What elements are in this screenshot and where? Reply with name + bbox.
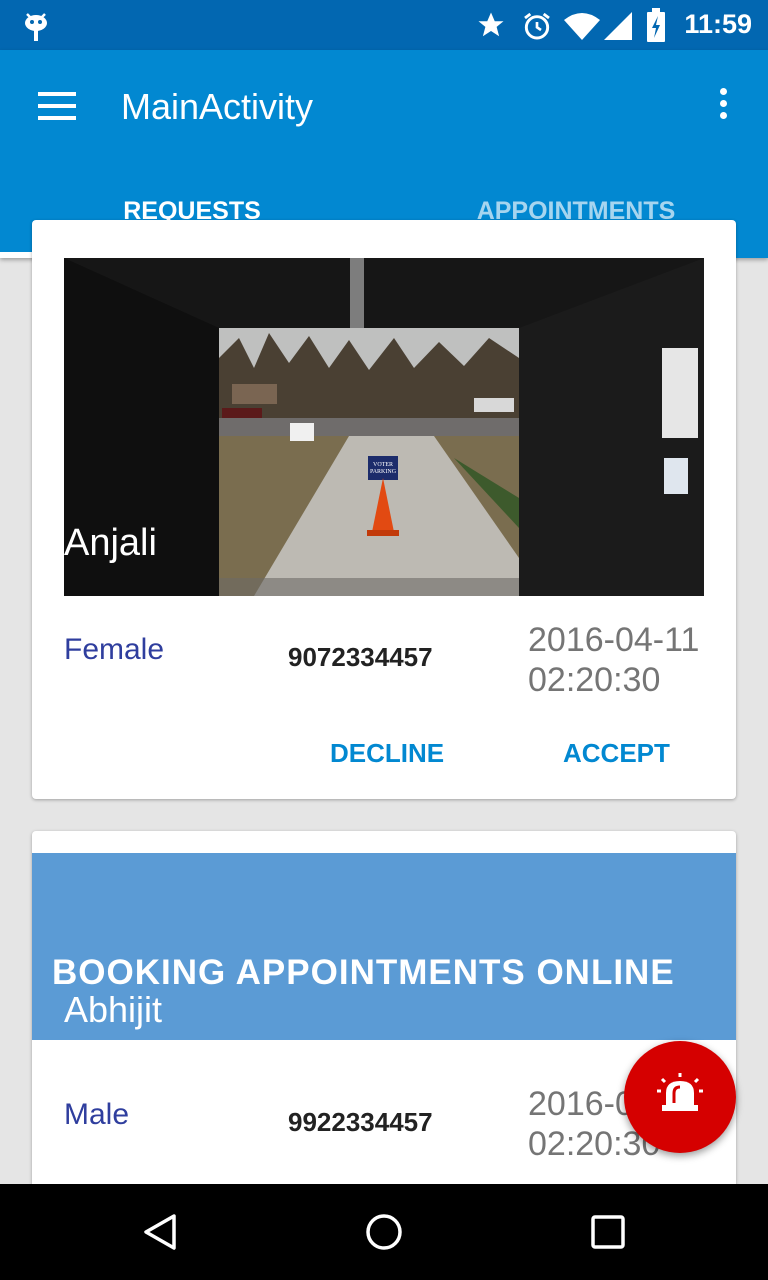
alarm-icon <box>524 12 550 40</box>
android-debug-icon <box>25 13 47 41</box>
request-date: 2016-04-11 <box>528 621 700 659</box>
more-vert-icon[interactable] <box>712 88 734 126</box>
status-bar: 11:59 <box>0 0 768 50</box>
requester-name: Anjali <box>64 522 157 564</box>
wifi-icon <box>564 13 600 40</box>
requester-gender: Female <box>64 633 165 666</box>
request-photo: VOTER PARKING Anjali <box>64 258 704 596</box>
requester-phone: 9072334457 <box>288 642 433 672</box>
sign-text-line2: PARKING <box>370 469 397 475</box>
status-time: 11:59 <box>684 9 752 39</box>
home-icon[interactable] <box>364 1212 404 1252</box>
star-icon <box>478 12 504 37</box>
siren-alarm-icon <box>657 1073 703 1111</box>
banner-text: BOOKING APPOINTMENTS ONLINE <box>52 953 675 992</box>
cell-signal-icon <box>604 12 632 40</box>
garage-driveway-photo: VOTER PARKING <box>64 258 704 596</box>
sign-text-line1: VOTER <box>373 462 393 468</box>
request-card: BOOKING APPOINTMENTS ONLINE Abhijit Male… <box>32 831 736 1191</box>
recents-icon[interactable] <box>590 1214 626 1250</box>
back-icon[interactable] <box>140 1212 180 1252</box>
request-banner-image: BOOKING APPOINTMENTS ONLINE Abhijit <box>32 853 736 1040</box>
menu-icon[interactable] <box>38 92 76 122</box>
requester-gender: Male <box>64 1098 130 1131</box>
request-card: VOTER PARKING Anjali Female 9072334457 2… <box>32 220 736 799</box>
requester-name: Abhijit <box>64 989 163 1030</box>
decline-button[interactable]: DECLINE <box>330 738 444 769</box>
accept-button[interactable]: ACCEPT <box>563 738 670 769</box>
requester-phone: 9922334457 <box>288 1107 433 1137</box>
request-time: 02:20:30 <box>528 661 661 699</box>
navigation-bar <box>0 1184 768 1280</box>
battery-charging-icon <box>647 8 665 42</box>
emergency-fab[interactable] <box>624 1041 736 1153</box>
page-title: MainActivity <box>121 86 314 127</box>
